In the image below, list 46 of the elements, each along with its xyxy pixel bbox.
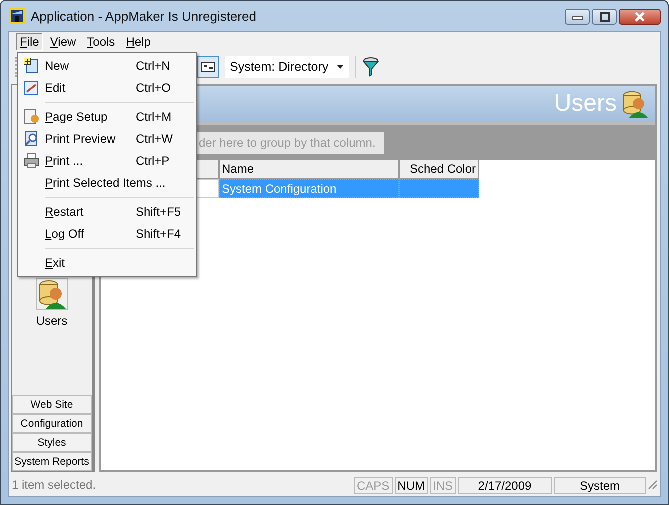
status-message: 1 item selected. [12, 478, 98, 492]
menu-item[interactable]: View [46, 33, 80, 51]
key-indicator: CAPS [354, 476, 393, 494]
menu-item[interactable]: File [16, 33, 44, 51]
menu-entry[interactable]: Restart Shift+F5 [18, 201, 196, 223]
minimize-button[interactable] [565, 9, 590, 25]
menu-entry[interactable]: Log Off Shift+F4 [18, 223, 196, 245]
section-button[interactable]: Configuration [12, 414, 92, 433]
nav-item-label[interactable]: Users [36, 314, 68, 328]
view-toggle-icon[interactable] [197, 56, 219, 78]
menu-entry[interactable]: Page Setup Ctrl+M [18, 106, 196, 128]
section-button[interactable]: System Reports [12, 452, 92, 471]
menu-entry[interactable]: Edit Ctrl+O [18, 77, 196, 99]
edit-document-icon [24, 80, 40, 96]
user-database-icon[interactable] [36, 278, 68, 310]
directory-dropdown[interactable]: System: Directory [225, 56, 349, 78]
key-indicator: INS [430, 476, 456, 494]
print-preview-icon [24, 131, 40, 147]
menu-entry[interactable]: Print Selected Items ... [18, 172, 196, 194]
page-setup-icon [24, 109, 40, 125]
menu-entry[interactable]: Exit [18, 252, 196, 274]
column-header[interactable]: Name [219, 160, 399, 179]
user-database-icon [621, 89, 649, 119]
status-date: 2/17/2009 [458, 476, 552, 494]
header-title: Users [554, 90, 617, 118]
app-icon [9, 8, 25, 24]
maximize-icon [598, 12, 610, 22]
menu-entry[interactable]: New Ctrl+N [18, 55, 196, 77]
table-cell: System Configuration [219, 179, 399, 198]
status-user: System [554, 476, 646, 494]
new-document-icon [24, 58, 40, 74]
dropdown-caret-icon [337, 65, 344, 69]
resize-grip-icon[interactable] [648, 480, 658, 490]
close-button[interactable] [619, 9, 661, 25]
printer-icon [24, 153, 40, 169]
column-header[interactable]: Sched Color [399, 160, 479, 179]
section-button[interactable]: Web Site [12, 395, 92, 414]
section-button[interactable]: Styles [12, 433, 92, 452]
menu-item[interactable]: Tools [83, 33, 120, 51]
filter-icon[interactable] [362, 57, 380, 77]
minimize-icon [572, 14, 584, 20]
key-indicator: NUM [394, 476, 428, 494]
close-icon [634, 12, 646, 22]
window-title: Application - AppMaker Is Unregistered [31, 8, 256, 24]
menu-item[interactable]: Help [122, 33, 155, 51]
maximize-button[interactable] [592, 9, 617, 25]
